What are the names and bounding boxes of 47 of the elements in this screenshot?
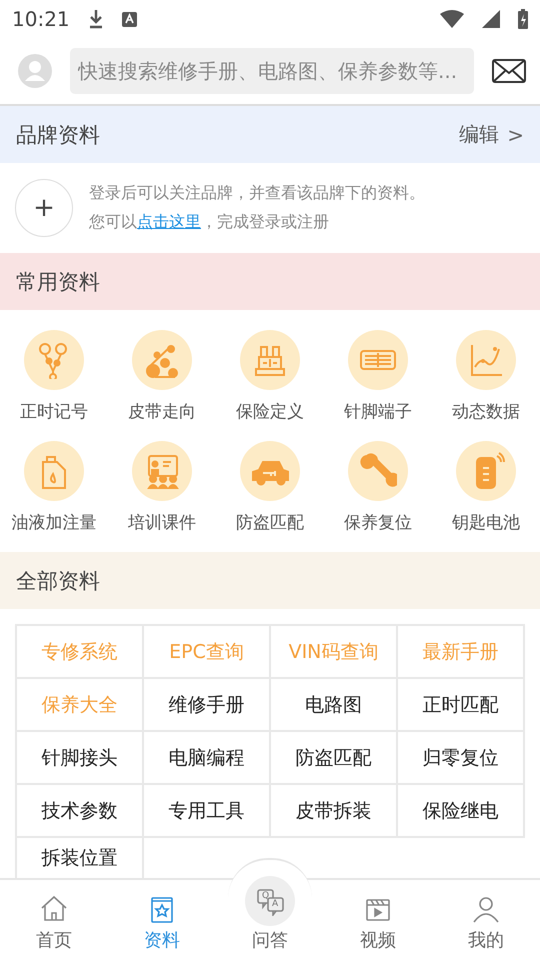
section-title: 品牌资料	[16, 122, 101, 148]
mail-icon[interactable]	[492, 59, 526, 83]
category-cell[interactable]: 维修手册	[144, 679, 271, 732]
nav-tab[interactable]: 首页	[0, 878, 108, 960]
status-time: 10:21	[12, 7, 70, 31]
add-brand-button[interactable]: +	[15, 179, 73, 237]
wifi-icon	[440, 10, 464, 28]
category-label[interactable]: 正时记号	[20, 400, 88, 423]
category-label[interactable]: 钥匙电池	[452, 511, 520, 534]
category-label[interactable]: 针脚端子	[344, 400, 412, 423]
category-label[interactable]: 培训课件	[128, 511, 196, 534]
category-cell[interactable]: 电路图	[271, 679, 398, 732]
nav-tab[interactable]: Q A 问答	[216, 862, 324, 960]
icon-letter: Q	[262, 892, 270, 901]
signal-icon	[482, 10, 500, 28]
login-hint: 您可以点击这里，完成登录或注册	[89, 212, 330, 233]
category-cell[interactable]: 电脑编程	[144, 732, 271, 785]
edit-link[interactable]: 编辑	[459, 121, 500, 148]
category-cell[interactable]: 防盗匹配	[271, 732, 398, 785]
login-link[interactable]: 点击这里	[137, 212, 201, 231]
keyboard-icon	[122, 12, 137, 26]
category-cell[interactable]: 正时匹配	[398, 679, 525, 732]
category-label[interactable]: 皮带走向	[128, 400, 196, 423]
chevron-icon[interactable]: >	[507, 122, 524, 146]
category-cell[interactable]: 专用工具	[144, 785, 271, 838]
category-cell[interactable]: 针脚接头	[17, 732, 144, 785]
category-label[interactable]: 保养复位	[344, 511, 412, 534]
home-icon	[39, 894, 69, 924]
download-icon	[88, 9, 104, 29]
person-icon	[471, 894, 501, 924]
category-cell[interactable]: 归零复位	[398, 732, 525, 785]
category-label[interactable]: 油液加注量	[12, 511, 96, 534]
category-label[interactable]: 保险定义	[236, 400, 304, 423]
category-cell[interactable]: 技术参数	[17, 785, 144, 838]
category-cell[interactable]: 保险继电	[398, 785, 525, 838]
nav-tab[interactable]: 我的	[432, 878, 540, 960]
section-title: 全部资料	[16, 568, 101, 594]
login-hint: 登录后可以关注品牌，并查看该品牌下的资料。	[89, 183, 425, 204]
chat-bubbles-icon	[255, 886, 285, 916]
category-label[interactable]: 防盗匹配	[236, 511, 304, 534]
nav-tab[interactable]: 视频	[324, 878, 432, 960]
avatar-icon[interactable]	[18, 54, 52, 88]
battery-icon	[518, 9, 528, 29]
icon-letter: A	[272, 900, 278, 909]
category-cell[interactable]: 皮带拆装	[271, 785, 398, 838]
category-label[interactable]: 动态数据	[452, 400, 520, 423]
section-title: 常用资料	[16, 268, 101, 296]
